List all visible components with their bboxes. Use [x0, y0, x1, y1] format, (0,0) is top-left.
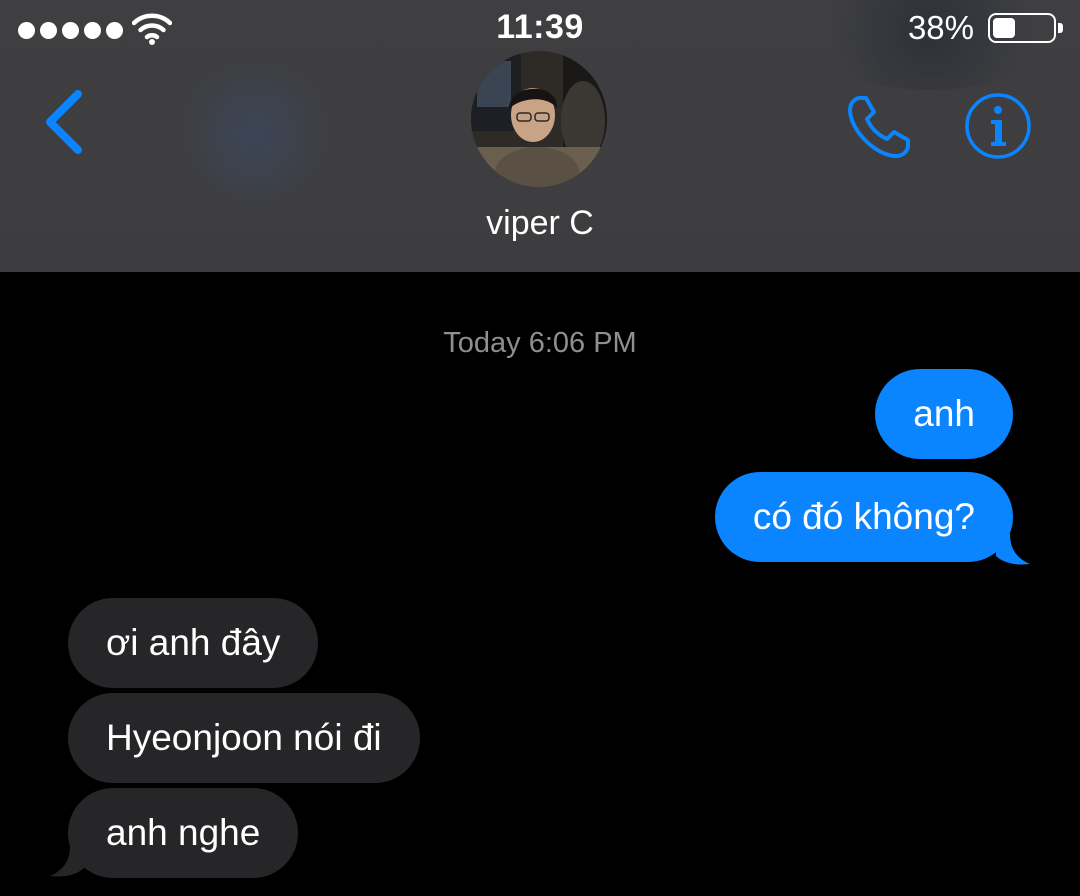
status-bar: 11:39 38% [0, 0, 1080, 56]
incoming-message-bubble[interactable]: ơi anh đây [68, 598, 319, 688]
message-thread: Today 6:06 PM anh có đó không? ơi anh đâ… [0, 272, 1080, 896]
header-background-blur [170, 60, 340, 210]
incoming-message-bubble[interactable]: Hyeonjoon nói đi [68, 693, 420, 783]
contact-name[interactable]: viper C [0, 204, 1080, 243]
contact-avatar[interactable] [471, 51, 607, 187]
incoming-message-bubble[interactable]: anh nghe [68, 788, 299, 878]
conversation-header: 11:39 38% viper C [0, 0, 1080, 272]
call-button[interactable] [844, 92, 918, 162]
incoming-bubble-tail [50, 846, 84, 877]
message-timestamp: Today 6:06 PM [443, 327, 637, 359]
back-button[interactable] [40, 88, 88, 156]
avatar-photo [471, 51, 607, 187]
info-button[interactable] [964, 92, 1032, 160]
outgoing-bubble-tail [996, 534, 1030, 565]
outgoing-message-bubble[interactable]: anh [875, 369, 1013, 459]
battery-icon [988, 13, 1063, 43]
outgoing-message-bubble[interactable]: có đó không? [714, 472, 1013, 562]
battery-percentage: 38% [907, 9, 974, 46]
